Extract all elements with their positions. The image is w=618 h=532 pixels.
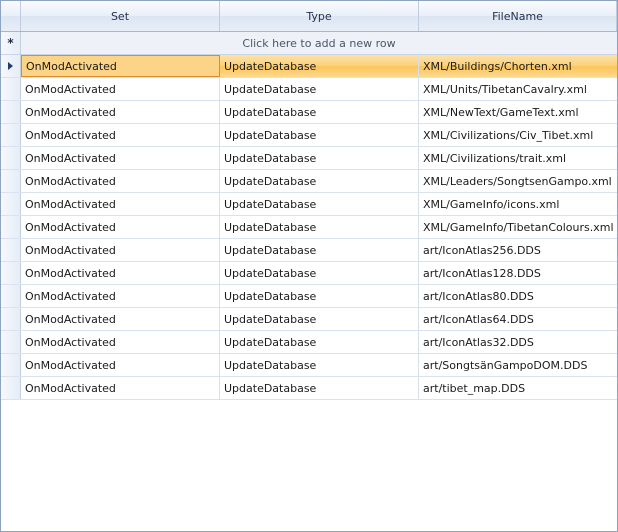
cell-filename[interactable]: art/SongtsänGampoDOM.DDS: [419, 354, 617, 376]
cell-set[interactable]: OnModActivated: [21, 78, 220, 100]
cell-set[interactable]: OnModActivated: [21, 170, 220, 192]
table-row[interactable]: OnModActivated UpdateDatabase XML/GameInfo…: [1, 216, 617, 239]
cell-set[interactable]: OnModActivated: [21, 216, 220, 238]
table-row[interactable]: OnModActivated UpdateDatabase XML/Building…: [1, 55, 617, 78]
current-row-arrow-icon: [8, 62, 13, 70]
cell-set[interactable]: OnModActivated: [21, 239, 220, 261]
cell-filename[interactable]: art/IconAtlas64.DDS: [419, 308, 617, 330]
table-row[interactable]: OnModActivated UpdateDatabase XML/Leaders/…: [1, 170, 617, 193]
row-indicator[interactable]: [1, 216, 21, 238]
cell-filename[interactable]: XML/Civilizations/Civ_Tibet.xml: [419, 124, 617, 146]
row-indicator[interactable]: [1, 308, 21, 330]
cell-filename[interactable]: art/IconAtlas80.DDS: [419, 285, 617, 307]
cell-type[interactable]: UpdateDatabase: [220, 193, 419, 215]
row-indicator[interactable]: [1, 124, 21, 146]
table-row[interactable]: OnModActivated UpdateDatabase XML/Civiliza…: [1, 147, 617, 170]
cell-type[interactable]: UpdateDatabase: [220, 101, 419, 123]
cell-set[interactable]: OnModActivated: [21, 331, 220, 353]
row-indicator[interactable]: [1, 78, 21, 100]
cell-set[interactable]: OnModActivated: [21, 193, 220, 215]
table-row[interactable]: OnModActivated UpdateDatabase XML/NewText/…: [1, 101, 617, 124]
cell-filename[interactable]: XML/Units/TibetanCavalry.xml: [419, 78, 617, 100]
table-row[interactable]: OnModActivated UpdateDatabase XML/Units/Ti…: [1, 78, 617, 101]
cell-type[interactable]: UpdateDatabase: [220, 377, 419, 399]
cell-type[interactable]: UpdateDatabase: [220, 216, 419, 238]
cell-type[interactable]: UpdateDatabase: [220, 239, 419, 261]
cell-set[interactable]: OnModActivated: [21, 377, 220, 399]
row-indicator[interactable]: [1, 55, 21, 77]
table-row[interactable]: OnModActivated UpdateDatabase art/Songtsän…: [1, 354, 617, 377]
cell-filename[interactable]: art/IconAtlas128.DDS: [419, 262, 617, 284]
table-row[interactable]: OnModActivated UpdateDatabase art/IconAtla…: [1, 331, 617, 354]
cell-filename[interactable]: art/IconAtlas256.DDS: [419, 239, 617, 261]
cell-type[interactable]: UpdateDatabase: [220, 331, 419, 353]
row-indicator[interactable]: [1, 377, 21, 399]
cell-set[interactable]: OnModActivated: [21, 354, 220, 376]
row-indicator[interactable]: [1, 239, 21, 261]
table-row[interactable]: OnModActivated UpdateDatabase art/IconAtla…: [1, 285, 617, 308]
row-indicator[interactable]: [1, 331, 21, 353]
cell-filename[interactable]: XML/GameInfo/icons.xml: [419, 193, 617, 215]
row-indicator[interactable]: [1, 262, 21, 284]
new-row-prompt[interactable]: Click here to add a new row: [21, 32, 617, 54]
cell-set[interactable]: OnModActivated: [21, 124, 220, 146]
cell-set[interactable]: OnModActivated: [21, 55, 220, 77]
cell-filename[interactable]: XML/Buildings/Chorten.xml: [419, 55, 617, 77]
cell-filename[interactable]: art/IconAtlas32.DDS: [419, 331, 617, 353]
row-indicator[interactable]: [1, 285, 21, 307]
table-row[interactable]: OnModActivated UpdateDatabase art/IconAtla…: [1, 262, 617, 285]
row-indicator[interactable]: [1, 101, 21, 123]
cell-type[interactable]: UpdateDatabase: [220, 55, 419, 77]
table-row[interactable]: OnModActivated UpdateDatabase XML/Civiliza…: [1, 124, 617, 147]
cell-type[interactable]: UpdateDatabase: [220, 147, 419, 169]
new-row-asterisk-icon: *: [1, 32, 21, 54]
cell-filename[interactable]: XML/GameInfo/TibetanColours.xml: [419, 216, 617, 238]
header-corner[interactable]: [1, 1, 21, 31]
cell-type[interactable]: UpdateDatabase: [220, 262, 419, 284]
row-indicator[interactable]: [1, 170, 21, 192]
cell-set[interactable]: OnModActivated: [21, 262, 220, 284]
table-row[interactable]: OnModActivated UpdateDatabase XML/GameInfo…: [1, 193, 617, 216]
cell-type[interactable]: UpdateDatabase: [220, 308, 419, 330]
cell-filename[interactable]: XML/Leaders/SongtsenGampo.xml: [419, 170, 617, 192]
table-row[interactable]: OnModActivated UpdateDatabase art/IconAtla…: [1, 239, 617, 262]
table-row[interactable]: OnModActivated UpdateDatabase art/tibet_ma…: [1, 377, 617, 400]
cell-filename[interactable]: XML/Civilizations/trait.xml: [419, 147, 617, 169]
column-header-filename[interactable]: FileName: [419, 1, 617, 31]
column-header-type[interactable]: Type: [220, 1, 419, 31]
column-header-set[interactable]: Set: [21, 1, 220, 31]
row-indicator[interactable]: [1, 147, 21, 169]
cell-type[interactable]: UpdateDatabase: [220, 354, 419, 376]
header-row: Set Type FileName: [1, 1, 617, 32]
cell-set[interactable]: OnModActivated: [21, 147, 220, 169]
new-row[interactable]: * Click here to add a new row: [1, 32, 617, 55]
row-indicator[interactable]: [1, 193, 21, 215]
cell-type[interactable]: UpdateDatabase: [220, 170, 419, 192]
cell-type[interactable]: UpdateDatabase: [220, 78, 419, 100]
cell-type[interactable]: UpdateDatabase: [220, 124, 419, 146]
data-grid[interactable]: Set Type FileName * Click here to add a …: [0, 0, 618, 532]
cell-filename[interactable]: XML/NewText/GameText.xml: [419, 101, 617, 123]
cell-set[interactable]: OnModActivated: [21, 308, 220, 330]
row-indicator[interactable]: [1, 354, 21, 376]
table-row[interactable]: OnModActivated UpdateDatabase art/IconAtla…: [1, 308, 617, 331]
cell-set[interactable]: OnModActivated: [21, 285, 220, 307]
cell-filename[interactable]: art/tibet_map.DDS: [419, 377, 617, 399]
cell-set[interactable]: OnModActivated: [21, 101, 220, 123]
cell-type[interactable]: UpdateDatabase: [220, 285, 419, 307]
